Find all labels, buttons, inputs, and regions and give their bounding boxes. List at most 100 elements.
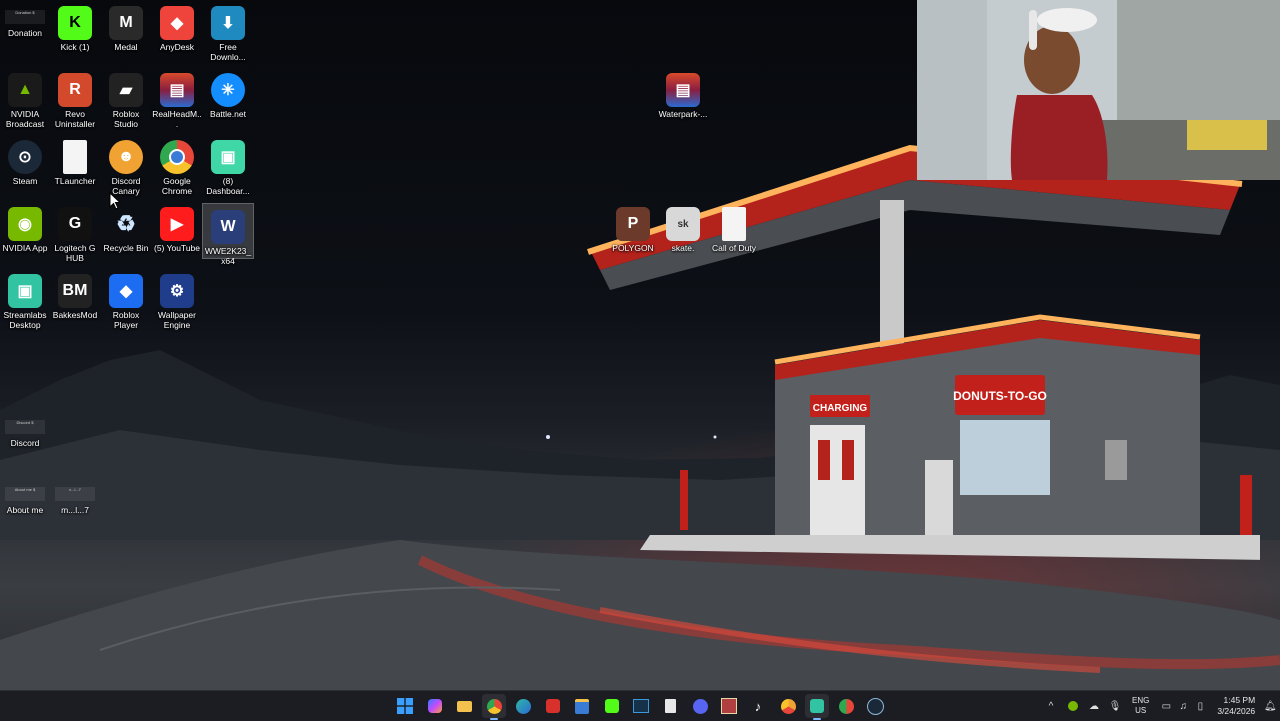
taskbar-chrome[interactable] — [482, 694, 506, 720]
file-icon — [722, 207, 746, 241]
taskbar-streamlabs[interactable] — [805, 694, 829, 720]
desktop-icon-label: About me — [6, 505, 44, 515]
copilot-icon — [428, 699, 442, 713]
chrome-icon — [486, 698, 502, 714]
taskbar-app-box[interactable] — [717, 694, 741, 718]
desktop-icon-about-me[interactable]: About me $ About me — [0, 477, 50, 515]
desktop-icon-label: Discord — [10, 438, 40, 448]
desktop-icon-label: Google Chrome — [161, 176, 193, 196]
start-button[interactable] — [393, 694, 417, 718]
desktop-icon-steam[interactable]: ⊙ Steam — [0, 134, 50, 186]
desktop-icon-label: (8) Dashboar... — [206, 176, 250, 196]
taskbar-file-explorer[interactable] — [452, 694, 476, 718]
desktop-icon-roblox-player[interactable]: ◆ Roblox Player — [101, 268, 151, 330]
desktop-icon-label: TLauncher — [54, 176, 96, 186]
document-icon — [664, 699, 676, 713]
battery-icon[interactable]: ▯ — [1193, 699, 1207, 713]
desktop-icon-bakkesmod[interactable]: BM BakkesMod — [50, 268, 100, 320]
desktop-icon-label: Logitech G HUB — [54, 243, 96, 263]
desktop-icon-nvidia-app[interactable]: ◉ NVIDIA App — [0, 201, 50, 253]
medal-icon: M — [109, 6, 143, 40]
desktop-icon-label: Medal — [114, 42, 138, 52]
battlenet-icon: ✳ — [211, 73, 245, 107]
monitor-icon[interactable]: ▭ — [1159, 699, 1173, 713]
desktop-icon-wallpaper-engine[interactable]: ⚙ Wallpaper Engine — [152, 268, 202, 330]
microphone-icon[interactable]: 🎙︎ — [1108, 699, 1122, 713]
desktop-icon-google-chrome[interactable]: Google Chrome — [152, 134, 202, 196]
desktop-icon-label: Kick (1) — [60, 42, 90, 52]
desktop-icon-label: (5) YouTube — [154, 243, 200, 253]
discord-icon — [692, 698, 708, 714]
taskbar-edge[interactable] — [511, 694, 535, 718]
wwe-game-icon: W — [211, 210, 245, 244]
desktop-icon-label: Streamlabs Desktop — [3, 310, 47, 330]
desktop-icon-label: Recycle Bin — [103, 243, 149, 253]
taskbar-app-red[interactable] — [541, 694, 565, 718]
volume-icon[interactable]: ♫ — [1176, 699, 1190, 713]
desktop-icon-kick[interactable]: K Kick (1) — [50, 0, 100, 52]
taskbar-notepad[interactable] — [658, 694, 682, 718]
desktop-icon-youtube[interactable]: ▶ (5) YouTube — [152, 201, 202, 253]
desktop-icon-label: NVIDIA App — [2, 243, 48, 253]
winrar-icon: ▤ — [160, 73, 194, 107]
desktop-icon-polygon[interactable]: P POLYGON — [608, 201, 658, 253]
discord-canary-icon: ☻ — [109, 140, 143, 174]
about-me-thumbnail-icon: About me $ — [5, 487, 45, 501]
clock[interactable]: 1:45 PM 3/24/2026 — [1217, 695, 1255, 717]
taskbar-app-multi[interactable] — [834, 694, 858, 718]
donation-thumbnail-icon: Donation $ — [5, 10, 45, 24]
desktop-icon-label: Revo Uninstaller — [54, 109, 96, 129]
desktop-icon-wwe[interactable]: W WWE2K23_x64 — [202, 203, 254, 266]
taskbar-chrome-alt[interactable] — [776, 694, 800, 718]
desktop-icon-dashboard[interactable]: ▣ (8) Dashboar... — [203, 134, 253, 196]
store-icon — [575, 698, 589, 714]
desktop-icon-battlenet[interactable]: ✳ Battle.net — [203, 67, 253, 119]
nvidia-icon: ◉ — [8, 207, 42, 241]
desktop-icon-waterpark[interactable]: ▤ Waterpark-... — [658, 67, 708, 119]
taskbar-kick[interactable] — [600, 694, 624, 718]
notification-icon[interactable]: 🔔︎ — [1263, 699, 1277, 713]
kick-icon — [605, 699, 619, 713]
desktop-icon-free-download[interactable]: ⬇ Free Downlo... — [203, 0, 253, 62]
chrome-icon — [160, 140, 194, 174]
desktop-icon-nvidia-broadcast[interactable]: ▲ NVIDIA Broadcast — [0, 67, 50, 129]
chrome-icon — [780, 698, 796, 714]
desktop-icon-discord-canary[interactable]: ☻ Discord Canary — [101, 134, 151, 196]
skate-game-icon: sk — [666, 207, 700, 241]
desktop-icon-call-of-duty[interactable]: Call of Duty — [709, 201, 759, 253]
taskbar-tiktok[interactable]: ♪ — [746, 694, 770, 718]
cloud-icon[interactable]: ☁ — [1087, 699, 1101, 713]
desktop-icon-ml7[interactable]: x...l...7 m...l...7 — [50, 477, 100, 515]
desktop-icon-tlauncher[interactable]: TLauncher — [50, 134, 100, 186]
taskbar-steam[interactable] — [863, 694, 887, 718]
desktop-icon-streamlabs[interactable]: ▣ Streamlabs Desktop — [0, 268, 50, 330]
desktop-icon-roblox-studio[interactable]: ▰ Roblox Studio — [101, 67, 151, 129]
polygon-game-icon: P — [616, 207, 650, 241]
taskbar-discord[interactable] — [688, 694, 712, 718]
desktop-icon-revo[interactable]: R Revo Uninstaller — [50, 67, 100, 129]
box-icon — [721, 698, 737, 714]
taskbar-copilot[interactable] — [423, 694, 447, 718]
desktop-icon-label: Waterpark-... — [658, 109, 708, 119]
desktop-icon-donation[interactable]: Donation $ Donation — [0, 0, 50, 38]
desktop-icon-label: Steam — [12, 176, 38, 186]
desktop-icon-label: Call of Duty — [712, 243, 756, 253]
app-icon — [838, 698, 854, 714]
taskbar-app-window[interactable] — [629, 694, 653, 718]
app-icon — [546, 699, 560, 713]
streamlabs-icon — [810, 699, 824, 713]
desktop-icon-anydesk[interactable]: ◆ AnyDesk — [152, 0, 202, 52]
taskbar-store[interactable] — [570, 694, 594, 718]
desktop-icon-logitech[interactable]: G Logitech G HUB — [50, 201, 100, 263]
chevron-up-icon[interactable]: ^ — [1044, 699, 1058, 713]
desktop-icon-label: AnyDesk — [159, 42, 194, 52]
nvidia-tray-icon[interactable] — [1066, 699, 1080, 713]
desktop-icon-medal[interactable]: M Medal — [101, 0, 151, 52]
desktop-icon-realheadm[interactable]: ▤ RealHeadM... — [152, 67, 202, 129]
file-icon — [63, 140, 87, 174]
discord-thumbnail-icon: Discord $ — [5, 420, 45, 434]
desktop-icon-discord[interactable]: Discord $ Discord — [0, 410, 50, 448]
desktop-icon-skate[interactable]: sk skate. — [658, 201, 708, 253]
desktop-icon-label: Battle.net — [210, 109, 246, 119]
language-indicator[interactable]: ENG US — [1132, 696, 1149, 716]
